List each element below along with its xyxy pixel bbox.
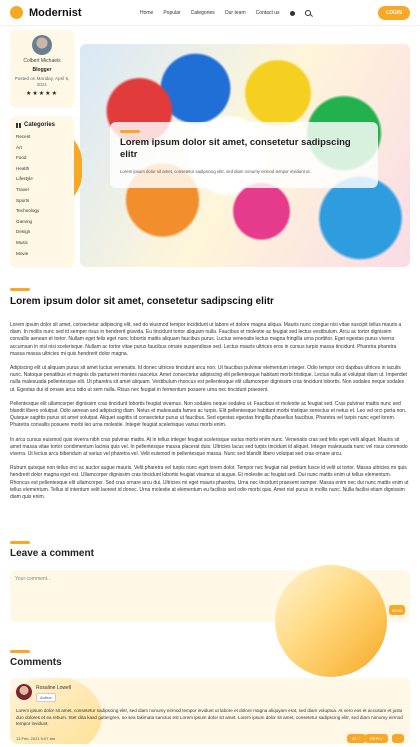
category-item[interactable]: Gaming: [16, 217, 68, 228]
category-item[interactable]: Art: [16, 143, 68, 154]
category-item[interactable]: Design: [16, 227, 68, 238]
author-role: Blogger: [32, 67, 52, 73]
top-navbar: Modernist Home Popular Categories Our te…: [0, 0, 420, 26]
nav-categories[interactable]: Categories: [191, 10, 215, 16]
commenter-name[interactable]: Rosaline Lowell: [36, 685, 71, 691]
article-paragraph: Pellentesque elit ullamcorper dignissim …: [10, 400, 407, 429]
category-item[interactable]: Technology: [16, 206, 68, 217]
leave-comment-title: Leave a comment: [10, 548, 94, 559]
category-item[interactable]: Lifestyle: [16, 174, 68, 185]
main-nav: Home Popular Categories Our team Contact…: [140, 0, 311, 26]
article-paragraph: Lorem ipsum dolor sit amet, consectetur …: [10, 322, 402, 357]
category-item[interactable]: Travel: [16, 185, 68, 196]
reply-button[interactable]: REPLY: [365, 734, 388, 743]
nav-popular[interactable]: Popular: [163, 10, 180, 16]
accent-bar: [10, 288, 30, 291]
author-card: Colbert Michaels Blogger Posted on Monda…: [10, 30, 74, 108]
nav-home[interactable]: Home: [140, 10, 153, 16]
categories-title: Categories: [24, 122, 56, 128]
category-item[interactable]: Movie: [16, 249, 68, 260]
rating-stars: ★★★★★: [26, 91, 58, 97]
comment-placeholder: Your comment...: [15, 576, 52, 582]
nav-contact[interactable]: Contact us: [256, 10, 280, 16]
login-button[interactable]: LOGIN: [378, 6, 410, 20]
author-avatar[interactable]: [32, 35, 52, 55]
hero-title: Lorem ipsum dolor sit amet, consetetur s…: [120, 137, 351, 160]
hero-subtitle: Lorem ipsum dolor sit amet, consetetur s…: [120, 169, 311, 174]
categories-heading: Categories: [16, 122, 68, 128]
categories-icon: [16, 122, 21, 128]
search-icon[interactable]: [304, 10, 311, 16]
more-options-button[interactable]: [392, 734, 404, 743]
nav-our-team[interactable]: Our team: [225, 10, 246, 16]
brand-name[interactable]: Modernist: [29, 7, 82, 19]
post-date: Posted on Monday, April 5, 2021: [14, 76, 70, 87]
decorative-circle: [275, 565, 387, 677]
comment-text: Lorem ipsum dolor sit amet, consetetur s…: [16, 708, 403, 726]
comments-title: Comments: [10, 657, 62, 668]
categories-panel: Categories Recent Art Food Health Lifest…: [10, 116, 74, 268]
accent-bar: [120, 130, 140, 133]
accent-bar: [10, 541, 30, 544]
author-name[interactable]: Colbert Michaels: [10, 58, 74, 64]
category-item[interactable]: Food: [16, 153, 68, 164]
categories-list: Recent Art Food Health Lifestyle Travel …: [16, 132, 68, 259]
commenter-avatar[interactable]: [16, 684, 32, 700]
category-item[interactable]: Recent: [16, 132, 68, 143]
category-item[interactable]: Health: [16, 164, 68, 175]
article-paragraph: Rutrum quisque non tellus orci ac auctor…: [10, 465, 409, 501]
comment-card: Rosaline Lowell Author Lorem ipsum dolor…: [10, 678, 410, 744]
like-button[interactable]: 42 ♡: [346, 734, 366, 743]
category-item[interactable]: Sports: [16, 196, 68, 207]
theme-toggle-icon[interactable]: [289, 10, 295, 16]
accent-bar: [10, 650, 30, 653]
hero-card: Lorem ipsum dolor sit amet, consetetur s…: [110, 122, 378, 188]
category-item[interactable]: Music: [16, 238, 68, 249]
article-title: Lorem ipsum dolor sit amet, consetetur s…: [10, 296, 274, 307]
logo-icon[interactable]: [10, 6, 23, 19]
article-body: Lorem ipsum dolor sit amet, consectetur …: [10, 322, 410, 508]
article-paragraph: Adipiscing elit ut aliquam purus sit ame…: [10, 365, 407, 393]
send-button[interactable]: SEND: [389, 605, 405, 615]
article-paragraph: In arcu cursus euismod quis viverra nibh…: [10, 436, 408, 458]
comment-date: 13 Feb, 2021 5:07 am: [16, 736, 56, 741]
commenter-role-badge: Author: [36, 693, 56, 702]
